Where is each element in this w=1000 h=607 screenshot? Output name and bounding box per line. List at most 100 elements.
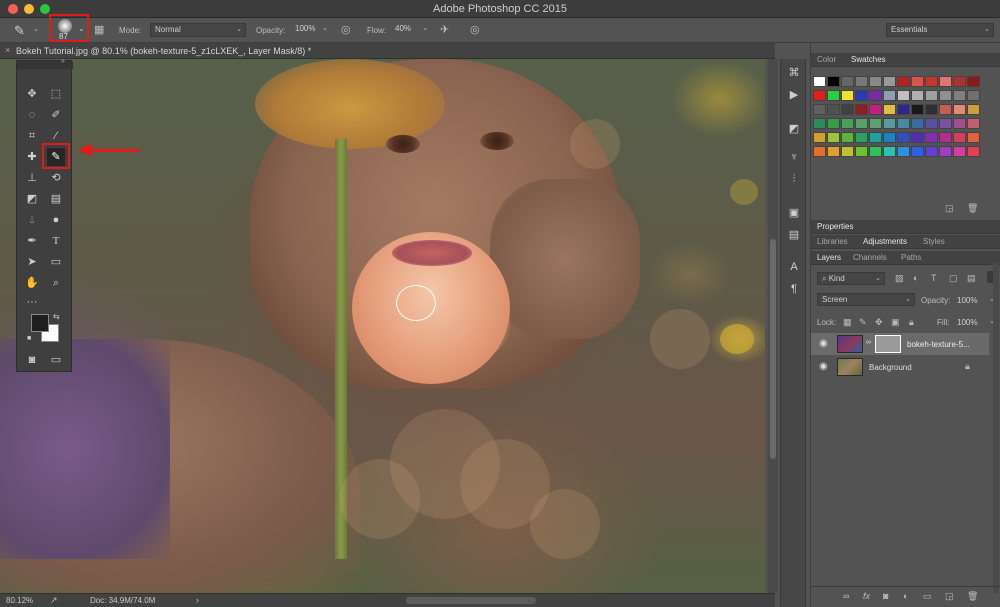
swatch[interactable] (813, 118, 826, 129)
swatch[interactable] (869, 76, 882, 87)
eraser-icon[interactable]: ◩ (23, 190, 41, 208)
swatch[interactable] (953, 132, 966, 143)
tab-color[interactable]: Color (817, 55, 836, 64)
swatch[interactable] (841, 118, 854, 129)
filter-pixel-icon[interactable]: ▨ (895, 273, 904, 284)
airbrush-icon[interactable]: ✈ (440, 23, 449, 36)
sliders-icon[interactable]: ⫶ (785, 171, 803, 187)
swatch[interactable] (827, 104, 840, 115)
layer-name[interactable]: Background (869, 363, 912, 372)
swatch[interactable] (967, 146, 980, 157)
swatch[interactable] (883, 118, 896, 129)
swatch[interactable] (813, 104, 826, 115)
swatch[interactable] (855, 104, 868, 115)
swatch[interactable] (967, 104, 980, 115)
link-icon[interactable]: ∞ (843, 591, 849, 601)
layer-opacity-value[interactable]: 100% (957, 296, 977, 305)
swatch[interactable] (883, 76, 896, 87)
tab-libraries[interactable]: Libraries (817, 237, 848, 246)
swatch[interactable] (883, 132, 896, 143)
swatch[interactable] (953, 118, 966, 129)
blur-icon[interactable]: 💧︎ (23, 211, 41, 229)
workspace-select[interactable]: Essentials ⌄ (886, 23, 994, 37)
swatch[interactable] (869, 132, 882, 143)
swatch[interactable] (939, 76, 952, 87)
swatch[interactable] (911, 118, 924, 129)
swatch[interactable] (827, 118, 840, 129)
swatch[interactable] (827, 132, 840, 143)
lock-position-icon[interactable]: ✥ (875, 317, 883, 328)
new-layer-icon[interactable]: ◲ (945, 591, 954, 602)
paragraph-icon[interactable]: ¶ (785, 281, 803, 297)
tab-swatches[interactable]: Swatches (851, 55, 886, 64)
screen-mode-icon[interactable]: ▭ (47, 351, 65, 369)
swatch[interactable] (897, 146, 910, 157)
chevron-right-icon[interactable]: › (196, 595, 199, 605)
swatch[interactable] (925, 90, 938, 101)
marquee-icon[interactable]: ⬚ (47, 85, 65, 103)
swatch[interactable] (813, 146, 826, 157)
more-icon[interactable]: ··· (23, 293, 41, 311)
healing-icon[interactable]: ✚ (23, 148, 41, 166)
filter-type-icon[interactable]: T (931, 273, 937, 283)
swatch[interactable] (841, 146, 854, 157)
swatch[interactable] (869, 118, 882, 129)
eye-icon[interactable]: ◉ (819, 361, 828, 372)
mask-icon[interactable]: ◙ (883, 591, 888, 601)
eye-icon[interactable]: ◉ (819, 338, 828, 349)
tab-channels[interactable]: Channels (853, 253, 887, 262)
adjustment-icon[interactable]: ◐ (903, 591, 908, 601)
swatch[interactable] (967, 90, 980, 101)
swatch[interactable] (967, 76, 980, 87)
path-select-icon[interactable]: ➤ (23, 253, 41, 271)
layer-row-background[interactable]: ◉ Background 🔒︎ (811, 356, 989, 378)
swatch[interactable] (813, 132, 826, 143)
lock-artboard-icon[interactable]: ▣ (891, 317, 900, 328)
swatch[interactable] (855, 132, 868, 143)
swap-colors-icon[interactable]: ⇆ (53, 312, 60, 321)
layer-row-bokeh[interactable]: ◉ ∞ bokeh-texture-5... (811, 333, 989, 355)
swatch[interactable] (855, 76, 868, 87)
pen-icon[interactable]: ✒ (23, 232, 41, 250)
swatch[interactable] (953, 104, 966, 115)
quick-mask-icon[interactable]: ◙ (23, 351, 41, 369)
lasso-icon[interactable]: ◌ (23, 106, 41, 124)
pressure-opacity-icon[interactable]: ◎ (341, 23, 351, 36)
tab-adjustments[interactable]: Adjustments (863, 237, 907, 246)
swatch[interactable] (869, 90, 882, 101)
mode-select[interactable]: Normal ⌄ (150, 23, 246, 37)
swatch[interactable] (939, 132, 952, 143)
gradient-icon[interactable]: ▤ (47, 190, 65, 208)
swatch[interactable] (967, 118, 980, 129)
trash-icon[interactable]: 🗑︎ (967, 203, 978, 214)
filter-adjustment-icon[interactable]: ◐ (913, 273, 918, 283)
swatch[interactable] (911, 90, 924, 101)
scrollbar-thumb[interactable] (770, 239, 776, 459)
swatch[interactable] (855, 90, 868, 101)
swatch[interactable] (883, 90, 896, 101)
swatch[interactable] (827, 90, 840, 101)
fill-value[interactable]: 100% (957, 318, 977, 327)
swatch[interactable] (897, 132, 910, 143)
swatch[interactable] (855, 118, 868, 129)
layer-name[interactable]: bokeh-texture-5... (907, 340, 970, 349)
pressure-size-icon[interactable]: ◎ (470, 23, 480, 36)
swatch[interactable] (827, 146, 840, 157)
swatch[interactable] (953, 146, 966, 157)
swatch[interactable] (813, 76, 826, 87)
brush-panel-icon[interactable]: ▦ (94, 23, 104, 36)
swatch[interactable] (939, 104, 952, 115)
swatch[interactable] (813, 90, 826, 101)
fx-icon[interactable]: fx (863, 591, 870, 601)
stamp-icon[interactable]: ⊥ (23, 169, 41, 187)
folder-icon[interactable]: ▭ (923, 591, 932, 602)
flow-input[interactable]: 40% ⌄ (391, 23, 431, 37)
close-tab-icon[interactable]: × (5, 45, 10, 55)
zoom-level[interactable]: 80.12% (6, 596, 33, 605)
foreground-color-swatch[interactable] (31, 314, 49, 332)
brush-tool-icon[interactable]: ✎ (14, 23, 25, 39)
adjustments-icon[interactable]: ◩ (785, 121, 803, 137)
tab-paths[interactable]: Paths (901, 253, 921, 262)
hand-icon[interactable]: ✋ (23, 274, 41, 292)
actions-play-icon[interactable]: ▶ (785, 87, 803, 103)
